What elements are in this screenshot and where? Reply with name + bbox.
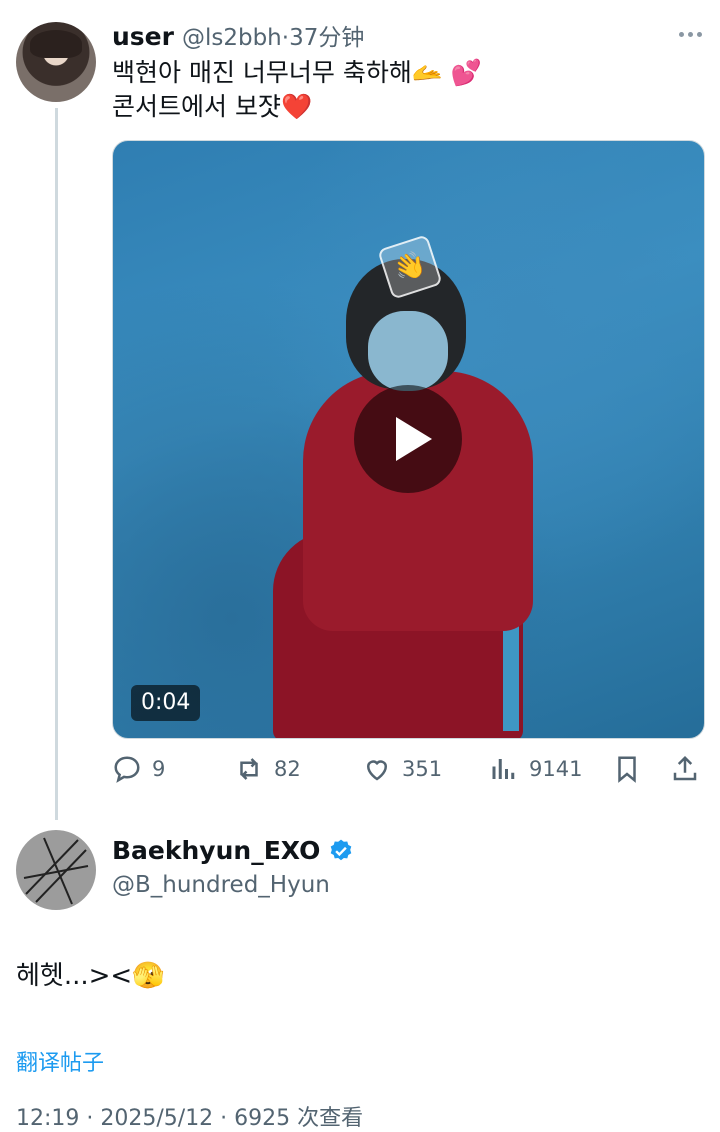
avatar[interactable] bbox=[16, 22, 96, 102]
views-icon bbox=[492, 759, 515, 779]
share-button[interactable] bbox=[670, 748, 700, 790]
tweet-text: 백현아 매진 너무너무 축하해🫴 💕 콘서트에서 보쟛❤️ bbox=[112, 56, 672, 124]
author-name[interactable]: Baekhyun_EXO bbox=[112, 836, 354, 865]
share-icon bbox=[673, 755, 697, 781]
retweet-icon bbox=[240, 758, 258, 780]
reply-count: 9 bbox=[152, 757, 166, 781]
wave-icon: 👋 bbox=[389, 247, 431, 287]
retweet-button[interactable]: 82 bbox=[234, 748, 301, 790]
reply-text: 헤헷...><🫣 bbox=[16, 961, 165, 991]
retweet-count: 82 bbox=[274, 757, 301, 781]
video-duration: 0:04 bbox=[131, 685, 201, 721]
user-name[interactable]: user bbox=[112, 22, 174, 51]
thread-line bbox=[55, 108, 58, 820]
reply-icon bbox=[114, 756, 140, 783]
like-icon bbox=[366, 760, 388, 781]
user-handle-time[interactable]: @ls2bbh·37分钟 bbox=[182, 18, 364, 52]
translate-link[interactable]: 翻译帖子 bbox=[16, 1045, 104, 1077]
like-button[interactable]: 351 bbox=[362, 748, 442, 790]
video-player[interactable]: 👋 0:04 bbox=[112, 140, 705, 739]
video-thumbnail-face bbox=[368, 311, 448, 391]
tweet-header: user @ls2bbh·37分钟 bbox=[112, 18, 364, 52]
verified-icon bbox=[331, 839, 352, 860]
views-count: 9141 bbox=[529, 757, 583, 781]
avatar-hair bbox=[30, 30, 82, 58]
author-name-text[interactable]: Baekhyun_EXO bbox=[112, 836, 320, 865]
views-button[interactable]: 9141 bbox=[489, 748, 582, 790]
play-icon[interactable] bbox=[354, 385, 462, 493]
reply-button[interactable]: 9 bbox=[112, 748, 165, 790]
author-avatar[interactable] bbox=[16, 830, 96, 910]
author-avatar-logo-icon bbox=[23, 837, 89, 905]
bookmark-icon bbox=[618, 756, 636, 783]
more-icon[interactable] bbox=[679, 32, 702, 37]
tweet-text-line-2: 콘서트에서 보쟛❤️ bbox=[112, 92, 313, 121]
tweet-text-line-1: 백현아 매진 너무너무 축하해🫴 💕 bbox=[112, 58, 483, 87]
tweet-actions: 9 82 351 9141 bbox=[112, 748, 704, 790]
timestamp[interactable]: 12:19 · 2025/5/12 · 6925 次查看 bbox=[16, 1100, 363, 1132]
author-handle[interactable]: @B_hundred_Hyun bbox=[112, 872, 330, 898]
bookmark-button[interactable] bbox=[612, 748, 642, 790]
like-count: 351 bbox=[402, 757, 443, 781]
